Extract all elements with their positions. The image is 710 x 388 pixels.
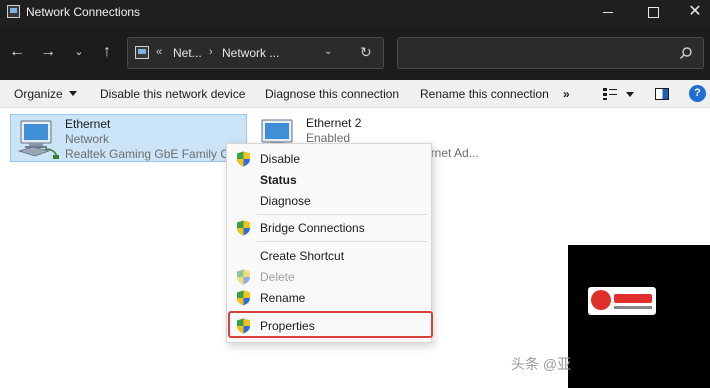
recent-locations-chevron-icon[interactable]: ⌄ <box>68 42 90 64</box>
network-adapter-icon <box>17 120 59 159</box>
more-commands-button[interactable]: » <box>563 87 570 101</box>
refresh-icon[interactable]: ↻ <box>360 44 372 61</box>
search-icon <box>680 47 692 59</box>
menu-item-label: Delete <box>260 270 295 284</box>
menu-item-bridge-connections[interactable]: Bridge Connections <box>227 218 431 238</box>
watermark-logo-wordmark <box>614 294 652 303</box>
up-arrow-icon[interactable]: ↑ <box>96 42 118 64</box>
adapter-status: Network <box>65 132 110 146</box>
menu-item-disable[interactable]: Disable <box>227 149 431 169</box>
navigation-bar: ← → ⌄ ↑ « Net... › Network ... ⌄ ↻ <box>0 26 710 80</box>
menu-item-diagnose[interactable]: Diagnose <box>227 191 431 211</box>
watermark-text: 头条 @亚 <box>511 356 572 372</box>
maximize-button[interactable] <box>630 0 676 26</box>
diagnose-button[interactable]: Diagnose this connection <box>265 87 399 101</box>
properties-highlight-box <box>228 311 433 338</box>
search-box[interactable] <box>397 37 704 69</box>
breadcrumb-item[interactable]: Network ... <box>222 46 279 60</box>
adapter-device: Realtek Gaming GbE Family Controller <box>65 147 235 161</box>
help-icon[interactable]: ? <box>689 85 706 102</box>
view-options-icon[interactable] <box>603 88 617 100</box>
organize-button[interactable]: Organize <box>14 87 77 101</box>
menu-item-label: Create Shortcut <box>260 249 345 263</box>
breadcrumb-separator[interactable]: › <box>209 46 213 58</box>
menu-item-label: Diagnose <box>260 194 311 208</box>
adapter-device: ernet Ad... <box>424 146 479 160</box>
menu-item-status[interactable]: Status <box>227 170 431 190</box>
breadcrumb-overflow[interactable]: « <box>156 46 162 58</box>
adapter-ethernet[interactable]: Ethernet Network Realtek Gaming GbE Fami… <box>10 114 247 162</box>
network-connections-icon <box>7 5 20 18</box>
minimize-button[interactable] <box>586 0 632 26</box>
uac-shield-icon <box>237 269 250 285</box>
back-arrow-icon[interactable]: ← <box>6 42 28 64</box>
watermark-panel <box>568 245 710 388</box>
forward-arrow-icon[interactable]: → <box>37 42 59 64</box>
view-dropdown-icon[interactable] <box>626 92 634 97</box>
breadcrumb-item[interactable]: Net... <box>173 46 202 60</box>
close-button[interactable]: ✕ <box>672 0 710 26</box>
uac-shield-icon <box>237 290 250 306</box>
menu-item-label: Bridge Connections <box>260 221 365 235</box>
address-bar[interactable]: « Net... › Network ... ⌄ ↻ <box>127 37 384 69</box>
watermark-logo-mark <box>591 290 611 310</box>
uac-shield-icon <box>237 220 250 236</box>
menu-item-label: Rename <box>260 291 306 305</box>
menu-divider <box>257 241 427 242</box>
menu-item-label: Status <box>260 173 297 187</box>
menu-item-delete: Delete <box>227 267 431 287</box>
menu-item-create-shortcut[interactable]: Create Shortcut <box>227 246 431 266</box>
rename-button[interactable]: Rename this connection <box>420 87 549 101</box>
window-title: Network Connections <box>26 5 141 19</box>
address-dropdown-icon[interactable]: ⌄ <box>324 46 332 57</box>
title-bar: Network Connections ✕ <box>0 0 710 26</box>
preview-pane-icon[interactable] <box>655 88 669 100</box>
location-icon <box>135 46 149 59</box>
adapter-name: Ethernet 2 <box>306 116 362 130</box>
menu-divider <box>257 214 427 215</box>
disable-device-button[interactable]: Disable this network device <box>100 87 245 101</box>
watermark-logo-subline <box>614 306 652 309</box>
adapter-name: Ethernet <box>65 117 111 131</box>
command-bar: Organize Disable this network device Dia… <box>0 80 710 108</box>
menu-item-label: Disable <box>260 152 301 166</box>
uac-shield-icon <box>237 151 250 167</box>
watermark-logo <box>588 287 656 315</box>
menu-item-rename[interactable]: Rename <box>227 288 431 308</box>
